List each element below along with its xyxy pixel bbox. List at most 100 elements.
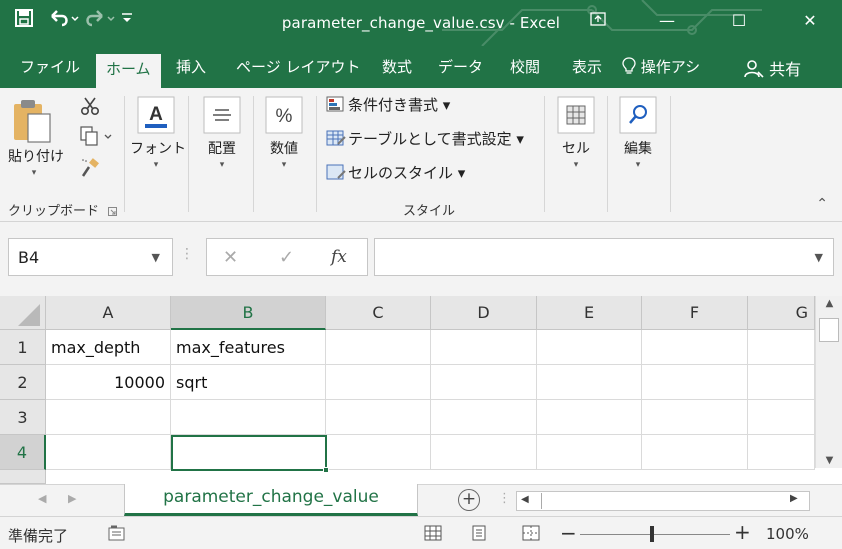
- scroll-right-icon[interactable]: ▶: [790, 493, 798, 504]
- tab-home[interactable]: ホーム: [96, 54, 161, 88]
- horizontal-scrollbar[interactable]: ◀: [516, 491, 810, 511]
- cell-f2[interactable]: [642, 365, 748, 400]
- cell-d3[interactable]: [431, 400, 537, 435]
- tab-file[interactable]: ファイル: [20, 56, 80, 88]
- cell-c3[interactable]: [326, 400, 431, 435]
- enter-icon[interactable]: ✓: [279, 247, 294, 268]
- alignment-button[interactable]: 配置 ▾: [196, 96, 248, 170]
- vertical-scroll-thumb[interactable]: [819, 318, 839, 342]
- page-break-preview-icon[interactable]: [522, 525, 540, 541]
- row-header-4[interactable]: 4: [0, 435, 46, 470]
- sheet-next-icon[interactable]: ▶: [68, 492, 76, 505]
- column-header-c[interactable]: C: [326, 296, 431, 330]
- ribbon-display-options-icon[interactable]: [583, 8, 613, 34]
- add-sheet-button[interactable]: +: [458, 489, 480, 511]
- cell-a4[interactable]: [46, 435, 171, 470]
- cell-g1[interactable]: [748, 330, 815, 365]
- cell-d4[interactable]: [431, 435, 537, 470]
- zoom-level[interactable]: 100%: [766, 525, 809, 543]
- cell-d2[interactable]: [431, 365, 537, 400]
- sheet-prev-icon[interactable]: ◀: [38, 492, 46, 505]
- cancel-icon[interactable]: ✕: [223, 247, 238, 268]
- column-header-d[interactable]: D: [431, 296, 537, 330]
- page-layout-view-icon[interactable]: [470, 525, 488, 541]
- zoom-slider-thumb[interactable]: [650, 526, 654, 542]
- name-box[interactable]: B4 ▼: [8, 238, 173, 276]
- tab-formulas[interactable]: 数式: [382, 56, 412, 88]
- tab-view[interactable]: 表示: [572, 56, 602, 88]
- row-header-1[interactable]: 1: [0, 330, 46, 365]
- cell-a1[interactable]: max_depth: [46, 330, 171, 365]
- conditional-formatting-button[interactable]: 条件付き書式 ▾: [326, 94, 450, 115]
- column-header-b[interactable]: B: [171, 296, 326, 330]
- close-button[interactable]: ✕: [795, 8, 825, 34]
- font-button[interactable]: A フォント ▾: [130, 96, 186, 170]
- column-header-g[interactable]: G: [748, 296, 815, 330]
- cell-f3[interactable]: [642, 400, 748, 435]
- horizontal-scroll-thumb[interactable]: [541, 493, 771, 509]
- scroll-down-icon[interactable]: ▼: [816, 455, 842, 466]
- formula-input[interactable]: ▼: [374, 238, 834, 276]
- select-all-button[interactable]: [0, 296, 46, 330]
- cell-c1[interactable]: [326, 330, 431, 365]
- cell-e2[interactable]: [537, 365, 642, 400]
- tab-page-layout[interactable]: ページ レイアウト: [236, 56, 360, 88]
- cell-b2[interactable]: sqrt: [171, 365, 326, 400]
- cell-e3[interactable]: [537, 400, 642, 435]
- expand-formula-bar-icon[interactable]: ▼: [815, 251, 823, 264]
- cell-a2[interactable]: 10000: [46, 365, 171, 400]
- scroll-up-icon[interactable]: ▲: [816, 298, 842, 309]
- macro-record-icon[interactable]: [108, 525, 126, 541]
- chevron-down-icon[interactable]: ▼: [152, 251, 160, 264]
- format-as-table-button[interactable]: テーブルとして書式設定 ▾: [326, 128, 524, 149]
- column-header-f[interactable]: F: [642, 296, 748, 330]
- cell-g4[interactable]: [748, 435, 815, 470]
- tab-split-grip-icon[interactable]: ⋮: [498, 491, 511, 506]
- format-painter-icon[interactable]: [80, 158, 100, 186]
- row-header-2[interactable]: 2: [0, 365, 46, 400]
- scroll-left-icon[interactable]: ◀: [521, 494, 529, 505]
- formula-bar-grip-icon[interactable]: ⋮: [180, 246, 194, 262]
- cell-g3[interactable]: [748, 400, 815, 435]
- row-header-3[interactable]: 3: [0, 400, 46, 435]
- cell-e4[interactable]: [537, 435, 642, 470]
- cell-f1[interactable]: [642, 330, 748, 365]
- cell-d1[interactable]: [431, 330, 537, 365]
- tab-data[interactable]: データ: [438, 56, 483, 88]
- zoom-out-button[interactable]: −: [560, 521, 577, 545]
- cells-button[interactable]: セル ▾: [550, 96, 602, 170]
- cell-e1[interactable]: [537, 330, 642, 365]
- cell-b1[interactable]: max_features: [171, 330, 326, 365]
- zoom-in-button[interactable]: +: [734, 520, 751, 544]
- cell-g2[interactable]: [748, 365, 815, 400]
- sheet-tab-active[interactable]: parameter_change_value: [124, 484, 418, 516]
- clipboard-dialog-launcher-icon[interactable]: [108, 204, 117, 220]
- cut-icon[interactable]: [80, 96, 100, 120]
- minimize-button[interactable]: —: [652, 8, 682, 34]
- cell-a3[interactable]: [46, 400, 171, 435]
- cell-c4[interactable]: [326, 435, 431, 470]
- fill-handle[interactable]: [323, 467, 329, 473]
- paste-dropdown-icon[interactable]: ▾: [8, 168, 60, 178]
- tab-review[interactable]: 校閲: [510, 56, 540, 88]
- copy-icon[interactable]: [80, 126, 114, 150]
- column-header-a[interactable]: A: [46, 296, 171, 330]
- share-button[interactable]: 共有: [744, 56, 801, 80]
- worksheet-grid[interactable]: A B C D E F G 1 2 3 4 max_depth max_feat…: [0, 296, 842, 484]
- cell-f4[interactable]: [642, 435, 748, 470]
- tab-insert[interactable]: 挿入: [176, 56, 206, 88]
- row-header-5[interactable]: [0, 470, 46, 484]
- insert-function-button[interactable]: fx: [331, 247, 347, 267]
- collapse-ribbon-icon[interactable]: ⌃: [816, 196, 828, 212]
- cell-b3[interactable]: [171, 400, 326, 435]
- maximize-button[interactable]: ☐: [724, 8, 754, 34]
- cell-styles-button[interactable]: セルのスタイル ▾: [326, 162, 465, 183]
- tell-me-box[interactable]: 操作アシ: [622, 56, 700, 77]
- column-header-e[interactable]: E: [537, 296, 642, 330]
- number-format-button[interactable]: % 数値 ▾: [258, 96, 310, 170]
- cell-c2[interactable]: [326, 365, 431, 400]
- paste-button[interactable]: 貼り付け ▾: [8, 96, 64, 178]
- zoom-slider[interactable]: [580, 534, 730, 535]
- vertical-scrollbar[interactable]: ▲ ▼: [815, 296, 842, 468]
- editing-button[interactable]: 編集 ▾: [612, 96, 664, 170]
